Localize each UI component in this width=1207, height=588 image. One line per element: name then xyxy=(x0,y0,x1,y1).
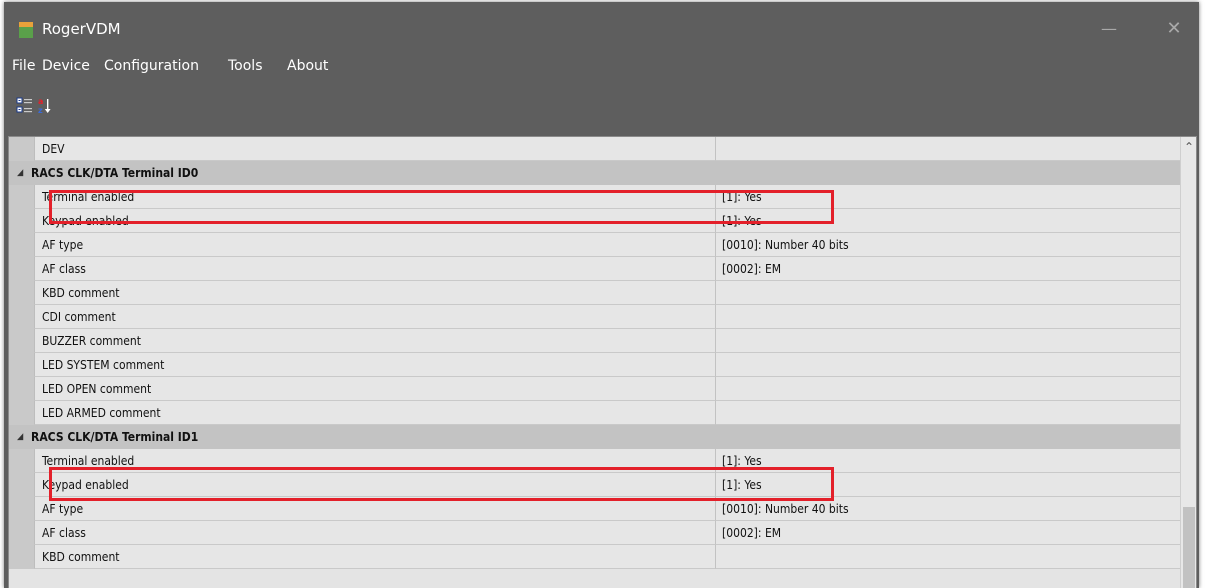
property-row[interactable]: LED SYSTEM comment xyxy=(9,353,1180,377)
property-row[interactable]: BUZZER comment xyxy=(9,329,1180,353)
property-value[interactable] xyxy=(715,401,1180,425)
category-header[interactable]: ◢ RACS CLK/DTA Terminal ID1 xyxy=(9,425,1180,450)
property-value[interactable]: [0010]: Number 40 bits xyxy=(715,233,1180,257)
minimize-button[interactable]: — xyxy=(1094,16,1124,42)
property-value[interactable] xyxy=(715,281,1180,305)
highlight-box xyxy=(49,467,834,501)
property-value[interactable]: [0002]: EM xyxy=(715,521,1180,545)
property-name: KBD comment xyxy=(34,281,715,305)
property-row[interactable]: KBD comment xyxy=(9,281,1180,305)
property-row[interactable]: LED OPEN comment xyxy=(9,377,1180,401)
property-name: AF class xyxy=(34,521,715,545)
svg-text:z: z xyxy=(38,106,43,115)
svg-text:a: a xyxy=(38,97,43,106)
scroll-up-arrow-icon[interactable]: ⌃ xyxy=(1181,139,1196,155)
categorized-view-icon[interactable] xyxy=(16,96,34,116)
property-row[interactable]: KBD comment xyxy=(9,545,1180,569)
menu-tools[interactable]: Tools xyxy=(228,58,263,74)
property-name: LED ARMED comment xyxy=(34,401,715,425)
menu-device[interactable]: Device xyxy=(42,58,90,74)
title-bar: RogerVDM — ✕ xyxy=(4,2,1199,54)
property-name: KBD comment xyxy=(34,545,715,569)
property-value[interactable] xyxy=(715,545,1180,569)
highlight-box xyxy=(49,190,834,224)
property-row[interactable]: AF class [0002]: EM xyxy=(9,521,1180,545)
property-row[interactable]: LED ARMED comment xyxy=(9,401,1180,425)
property-value[interactable] xyxy=(715,329,1180,353)
menu-configuration[interactable]: Configuration xyxy=(104,58,199,74)
property-value[interactable]: [0002]: EM xyxy=(715,257,1180,281)
property-value[interactable] xyxy=(715,377,1180,401)
category-title: RACS CLK/DTA Terminal ID0 xyxy=(31,166,199,180)
property-value[interactable] xyxy=(715,353,1180,377)
property-row[interactable]: AF class [0002]: EM xyxy=(9,257,1180,281)
property-name: LED OPEN comment xyxy=(34,377,715,401)
app-window: RogerVDM — ✕ File Device Configuration T… xyxy=(4,2,1199,588)
property-name: AF class xyxy=(34,257,715,281)
property-name: AF type xyxy=(34,233,715,257)
property-name: DEV xyxy=(34,137,715,161)
toolbar: a z xyxy=(4,88,1199,124)
alphabetical-sort-icon[interactable]: a z xyxy=(37,96,55,116)
property-name: CDI comment xyxy=(34,305,715,329)
property-value[interactable] xyxy=(715,305,1180,329)
menu-file[interactable]: File xyxy=(12,58,35,74)
property-grid: DEV ◢ RACS CLK/DTA Terminal ID0 Terminal… xyxy=(8,136,1197,588)
property-row[interactable]: DEV xyxy=(9,137,1180,161)
close-button[interactable]: ✕ xyxy=(1159,16,1189,42)
collapse-triangle-icon[interactable]: ◢ xyxy=(17,161,23,185)
property-row[interactable]: CDI comment xyxy=(9,305,1180,329)
vertical-scrollbar[interactable]: ⌃ xyxy=(1180,137,1196,588)
property-name: BUZZER comment xyxy=(34,329,715,353)
scroll-thumb[interactable] xyxy=(1183,507,1195,588)
menu-about[interactable]: About xyxy=(287,58,328,74)
property-value[interactable] xyxy=(715,137,1180,161)
category-header[interactable]: ◢ RACS CLK/DTA Terminal ID0 xyxy=(9,161,1180,186)
property-row[interactable]: AF type [0010]: Number 40 bits xyxy=(9,233,1180,257)
category-title: RACS CLK/DTA Terminal ID1 xyxy=(31,430,199,444)
collapse-triangle-icon[interactable]: ◢ xyxy=(17,425,23,449)
app-logo-icon xyxy=(19,22,33,38)
property-name: LED SYSTEM comment xyxy=(34,353,715,377)
window-title: RogerVDM xyxy=(42,20,121,38)
